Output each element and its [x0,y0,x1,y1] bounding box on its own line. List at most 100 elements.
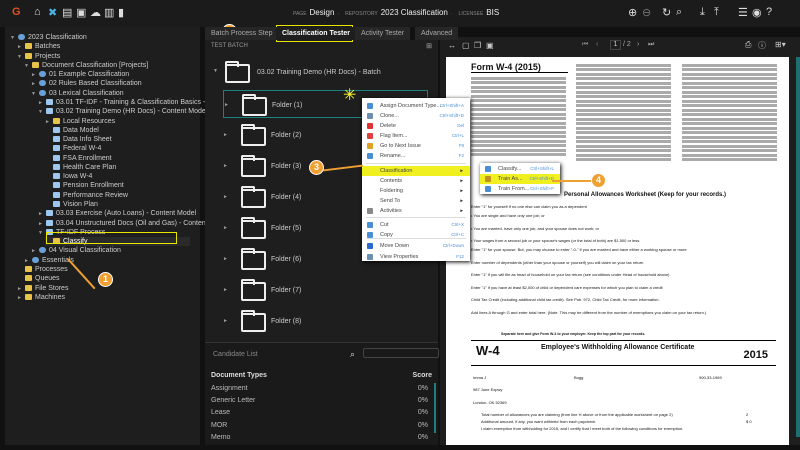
tab[interactable]: Batch Process Step [205,27,279,40]
tree-item[interactable]: Data Info Sheet [45,135,112,144]
expand-arrow-icon[interactable]: ► [223,194,228,200]
folder-row[interactable]: ► Folder (7) [223,279,428,303]
submenu-item[interactable]: Train As... Ctrl+Shift+D [480,174,560,184]
tree-item[interactable]: Data Model [45,126,99,135]
menu-item[interactable]: Contents ► [362,176,470,186]
menu-item[interactable]: Delete Del [362,121,470,131]
expand-arrow-icon[interactable]: ► [223,318,228,324]
submenu-item[interactable]: Train From... Ctrl+Shift+F [480,184,560,194]
menu-item[interactable]: Cut Ctrl+X [362,220,470,230]
submenu-item[interactable]: Classify... Ctrl+Shift+L [480,164,560,174]
info-icon[interactable]: ⓘ [758,40,766,51]
add-icon[interactable]: ⊕ [628,6,637,19]
candidate-search-input[interactable] [363,348,439,358]
cloud-icon[interactable]: ☁ [90,6,101,19]
first-page-icon[interactable]: ⏮ [582,41,588,49]
tree-view-icon[interactable]: ⊞ [426,42,432,50]
tab[interactable]: Classification Tester [276,27,356,40]
page-number-input[interactable]: 1 [610,40,621,50]
tree-item[interactable]: Vision Plan [45,200,98,209]
tree-item[interactable]: Federal W-4 [45,144,101,153]
database-icon[interactable]: ☰ [738,6,748,19]
expand-arrow-icon[interactable]: ► [17,294,25,303]
candidate-type[interactable]: Memo [211,434,230,441]
viewer-scrollbar[interactable] [796,57,800,437]
menu-item[interactable]: View Properties F12 [362,252,470,262]
last-page-icon[interactable]: ⏭ [648,41,654,49]
fit-width-icon[interactable]: ↔ [448,41,456,50]
image-icon[interactable]: ▣ [486,41,494,50]
print-icon[interactable]: ⎙ [745,40,751,50]
tree-item[interactable]: Performance Review [45,191,128,200]
user-icon[interactable]: ◉ [752,6,762,19]
expand-arrow-icon[interactable]: ► [223,132,228,138]
menu-item[interactable]: Send To ► [362,196,470,206]
home-icon[interactable]: ⌂ [34,6,41,18]
tree-item[interactable]: ► Machines [17,293,65,302]
expand-arrow-icon[interactable]: ► [223,287,228,293]
tree-item[interactable]: FSA Enrollment [45,154,112,163]
prev-page-icon[interactable]: ‹ [596,41,598,48]
candidate-type[interactable]: Lease [211,409,230,416]
tree-item[interactable]: ► 03.04 Unstructured Docs (Oil and Gas) -… [38,219,229,228]
tree-item[interactable]: ► File Stores [17,284,68,293]
column-header-score[interactable]: Score [413,372,432,379]
help-icon[interactable]: ? [766,6,772,18]
design-tools-icon[interactable]: ✖ [48,6,57,19]
menu-item[interactable]: Assign Document Type... Ctrl+Shift+A [362,101,470,111]
tree-item[interactable]: Health Care Plan [45,163,116,172]
expand-arrow-icon[interactable]: ► [223,225,228,231]
menu-item[interactable]: Clone... Ctrl+Shift+D [362,111,470,121]
tree-item[interactable]: ► 01 Example Classification [31,70,129,79]
menu-item[interactable]: Activities ► [362,206,470,216]
next-page-icon[interactable]: › [637,41,639,48]
pages-icon[interactable]: ❐ [474,41,481,50]
tree-item[interactable]: ▼ Projects [17,52,60,61]
column-header-document-types[interactable]: Document Types [211,372,267,379]
tree-item[interactable]: ► Local Resources [45,117,115,126]
collapse-arrow-icon[interactable]: ▼ [213,68,218,74]
tree-item[interactable]: Pension Enrollment [45,181,124,190]
tree-item[interactable]: ▼ 03 Lexical Classification [31,89,124,98]
expand-arrow-icon[interactable]: ► [224,102,229,108]
menu-item[interactable]: Foldering ► [362,186,470,196]
tree-item[interactable]: ► 03.03 Exercise (Auto Loans) - Content M… [38,209,196,218]
folder-row[interactable]: ► Folder (8) [223,310,428,334]
tab[interactable]: Advanced [415,27,459,40]
lock-icon[interactable]: ▣ [76,6,86,19]
fit-page-icon[interactable]: ▢ [462,41,470,50]
tab[interactable]: Activity Tester [355,27,411,40]
tree-item[interactable]: ▼ Document Classification [Projects] [24,61,148,70]
scrollbar[interactable] [434,383,436,433]
tree-item-label: 03.02 Training Demo (HR Docs) - Content … [56,108,208,116]
menu-item[interactable]: Go to Next Issue F8 [362,141,470,151]
remove-icon[interactable]: ⊖ [642,6,651,19]
tree-item[interactable]: ► 04 Visual Classification [31,246,121,255]
tree-item[interactable]: ▼ 2023 Classification [10,33,87,42]
tree-item[interactable]: ► Batches [17,42,60,51]
candidate-type[interactable]: MOR [211,422,227,429]
tree-item[interactable]: Iowa W-4 [45,172,92,181]
download-icon[interactable]: ⤓ [700,6,705,19]
tree-item[interactable]: Queues [17,274,60,283]
chart-icon[interactable]: ▮ [118,6,124,19]
tree-item[interactable]: Processes [17,265,68,274]
candidate-type[interactable]: Generic Letter [211,397,255,404]
expand-arrow-icon[interactable]: ► [223,163,228,169]
menu-item[interactable]: Classification ► [362,166,470,176]
refresh-icon[interactable]: ↻ [662,6,671,19]
menu-item[interactable]: Rename... F2 [362,151,470,161]
batch-icon[interactable]: ▤ [62,6,72,19]
candidate-type[interactable]: Assignment [211,385,248,392]
search-icon[interactable]: ⌕ [676,6,682,19]
batch-row[interactable]: ▼ 03.02 Training Demo (HR Docs) - Batch [213,60,435,84]
expand-arrow-icon[interactable]: ► [223,256,228,262]
tree-item[interactable]: ▼ 03.02 Training Demo (HR Docs) - Content… [38,107,207,116]
tree-item[interactable]: ► Essentials [24,256,74,265]
report-icon[interactable]: ▥ [104,6,114,19]
tree-item[interactable]: ► 02 Rules Based Classification [31,79,142,88]
layout-menu-icon[interactable]: ⊞▾ [775,40,786,49]
upload-icon[interactable]: ⤒ [714,6,719,19]
menu-item[interactable]: Move Down Ctrl+Down [362,241,470,251]
menu-item[interactable]: Flag Item... Ctrl+L [362,131,470,141]
